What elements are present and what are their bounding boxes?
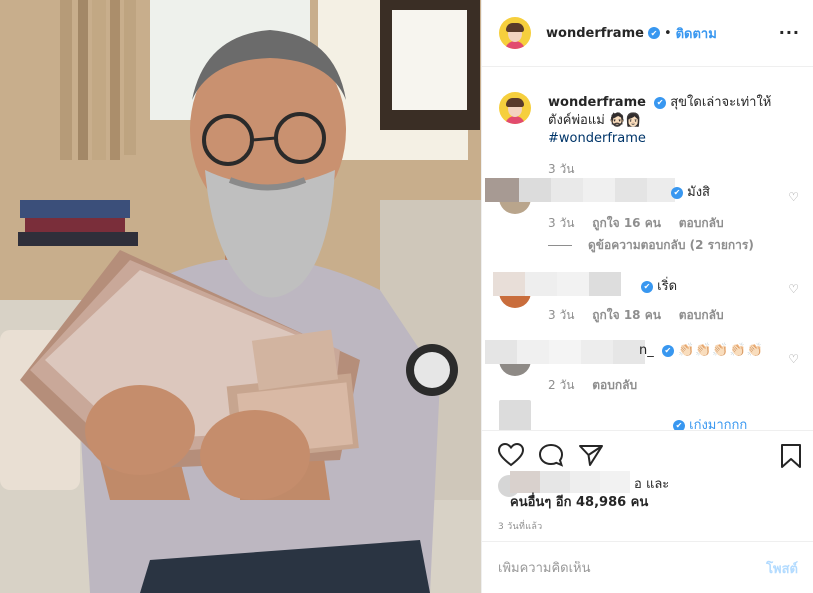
comment-text-row: ✔ มังสิ [667,181,710,202]
like-heart-icon[interactable] [497,442,525,471]
commenter-name-tail[interactable]: n_ [639,343,654,358]
comment-age[interactable]: 3 วัน [548,308,574,322]
comment-text: 👏🏻👏🏻👏🏻👏🏻👏🏻 [678,343,764,358]
like-comment-heart-icon[interactable]: ♡ [788,190,799,204]
follow-button[interactable]: ติดตาม [676,23,717,44]
comment-likes[interactable]: ถูกใจ 16 คน [592,216,661,230]
view-replies-button[interactable]: ดูข้อความตอบกลับ (2 รายการ) [548,236,754,255]
like-comment-heart-icon[interactable]: ♡ [788,352,799,366]
post-details-panel: wonderframe ✔ • ติดตาม ··· wonderframe ✔… [481,0,813,593]
post-timestamp[interactable]: 3 วันที่แล้ว [498,519,543,533]
author-username[interactable]: wonderframe [546,26,644,41]
caption-meta: 3 วัน [548,160,588,179]
post-photo[interactable] [0,0,481,593]
commenter-verified-badge-icon: ✔ [671,186,683,199]
redacted-username [493,272,621,296]
commenter-verified-badge-icon: ✔ [641,280,653,293]
redacted-username [485,340,645,364]
caption-hashtag[interactable]: #wonderframe [548,131,646,146]
comment-text: เริ่ด [657,279,678,294]
comment-meta: 2 วัน ตอบกลับ [548,376,651,395]
reply-button[interactable]: ตอบกลับ [592,378,637,392]
caption-username[interactable]: wonderframe [548,95,646,110]
separator-dot: • [663,25,672,41]
replies-line [548,245,572,246]
comment-age[interactable]: 2 วัน [548,378,574,392]
photo-illustration [0,0,481,593]
save-bookmark-icon[interactable] [780,443,802,473]
comment-item: n_ ✔ 👏🏻👏🏻👏🏻👏🏻👏🏻 ♡ 2 วัน ตอบกลับ [485,340,799,400]
likes-count[interactable]: คนอื่นๆ อีก 48,986 คน [510,491,648,512]
comment-text-row: n_ ✔ 👏🏻👏🏻👏🏻👏🏻👏🏻 [639,343,764,358]
share-plane-icon[interactable] [578,443,604,471]
comment-item: ✔ เริ่ด ♡ 3 วัน ถูกใจ 18 คน ตอบกลับ [493,270,799,330]
reply-button[interactable]: ตอบกลับ [679,308,724,322]
comment-text-row: ✔ เก่งมากกก [669,414,747,430]
redacted-liker-name [510,471,630,493]
caption-verified-badge-icon: ✔ [654,96,667,109]
post-header: wonderframe ✔ • ติดตาม ··· [482,0,813,67]
author-avatar[interactable] [499,17,531,49]
add-comment-bar: โพสต์ [482,541,813,593]
comment-text: เก่งมากกก [689,418,748,430]
post-actions: อ และ คนอื่นๆ อีก 48,986 คน 3 วันที่แล้ว… [482,430,813,593]
redacted-username [485,178,675,202]
comment-age[interactable]: 3 วัน [548,216,574,230]
verified-badge-icon: ✔ [647,27,660,39]
caption-age[interactable]: 3 วัน [548,162,574,176]
like-comment-heart-icon[interactable]: ♡ [788,282,799,296]
commenter-verified-badge-icon: ✔ [673,419,685,430]
add-comment-input[interactable] [498,560,767,576]
comment-item: ✔ เก่งมากกก [499,400,799,430]
comment-item: ✔ มังสิ ♡ 3 วัน ถูกใจ 16 คน ตอบกลับ ดูข้… [485,178,799,268]
comment-bubble-icon[interactable] [538,443,564,471]
commenter-avatar[interactable] [499,400,531,430]
comment-text: มังสิ [687,185,710,200]
view-replies-label[interactable]: ดูข้อความตอบกลับ (2 รายการ) [588,236,754,255]
comment-meta: 3 วัน ถูกใจ 18 คน ตอบกลับ [548,306,738,325]
post-comment-button[interactable]: โพสต์ [766,558,798,579]
reply-button[interactable]: ตอบกลับ [679,216,724,230]
commenter-verified-badge-icon: ✔ [661,344,674,357]
more-options-icon[interactable]: ··· [779,23,800,42]
comments-list[interactable]: wonderframe ✔ สุขใดเล่าจะเท่าให้ตังค์พ่อ… [482,68,813,430]
comment-text-row: ✔ เริ่ด [637,275,677,296]
comment-meta: 3 วัน ถูกใจ 16 คน ตอบกลับ [548,214,738,233]
caption-author-avatar[interactable] [499,92,531,124]
caption-text-block: wonderframe ✔ สุขใดเล่าจะเท่าให้ตังค์พ่อ… [548,94,783,148]
comment-likes[interactable]: ถูกใจ 18 คน [592,308,661,322]
